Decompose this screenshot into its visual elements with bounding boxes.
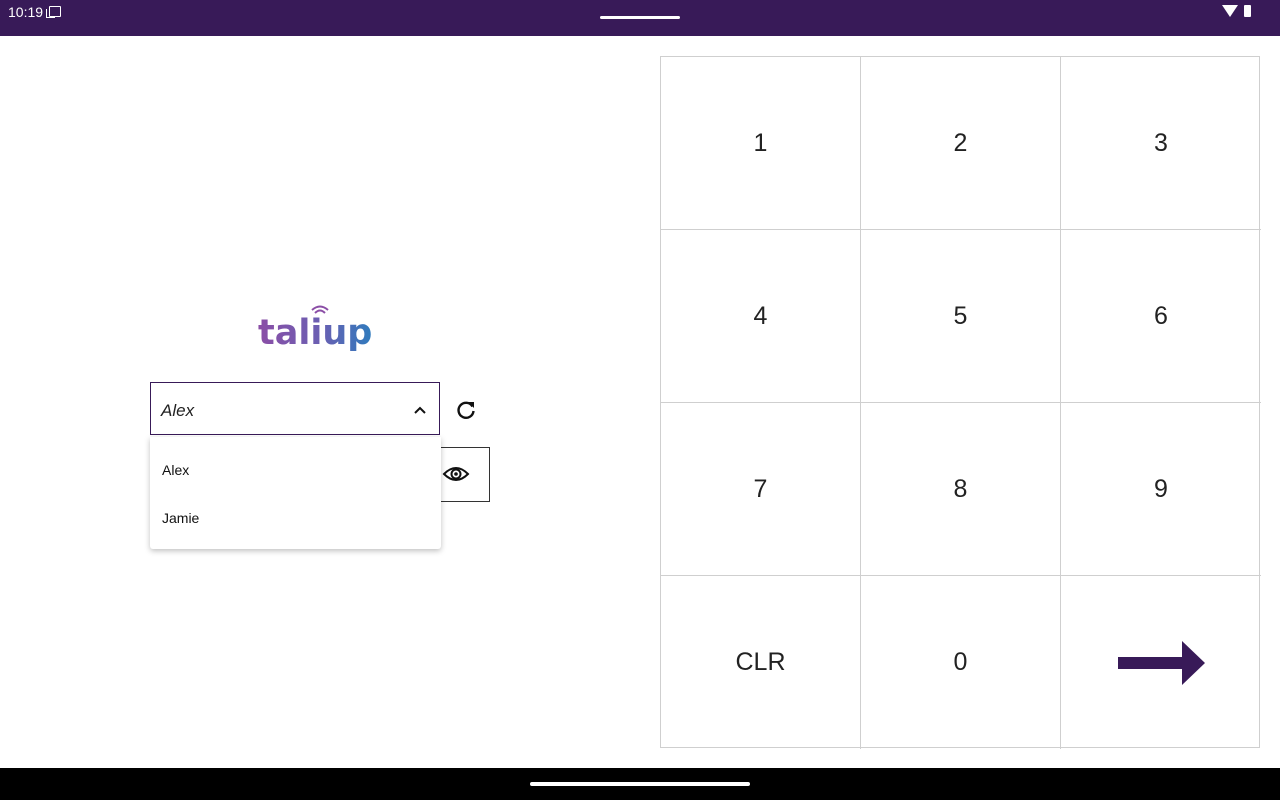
key-0[interactable]: 0	[861, 576, 1061, 749]
taliup-logo: taliup	[258, 302, 384, 354]
pin-keypad: 1 2 3 4 5 6 7 8 9 CLR 0	[660, 56, 1261, 749]
svg-text:taliup: taliup	[258, 313, 372, 353]
key-7[interactable]: 7	[661, 403, 861, 576]
status-bar: 10:19	[0, 0, 1280, 36]
gesture-handle[interactable]	[530, 782, 750, 786]
arrow-right-icon	[1118, 640, 1205, 685]
refresh-icon[interactable]	[454, 398, 478, 422]
user-option[interactable]: Jamie	[162, 510, 199, 526]
key-9[interactable]: 9	[1061, 403, 1261, 576]
status-time: 10:19	[8, 4, 44, 20]
key-2[interactable]: 2	[861, 57, 1061, 230]
battery-icon	[1244, 5, 1251, 17]
user-option[interactable]: Alex	[162, 462, 189, 478]
chevron-up-icon	[414, 406, 426, 414]
submit-button[interactable]	[1061, 576, 1261, 749]
wifi-icon	[1222, 5, 1238, 17]
key-6[interactable]: 6	[1061, 230, 1261, 403]
user-select-value: Alex	[161, 401, 195, 420]
navigation-bar	[0, 768, 1280, 800]
key-clear[interactable]: CLR	[661, 576, 861, 749]
key-3[interactable]: 3	[1061, 57, 1261, 230]
eye-icon[interactable]	[442, 462, 470, 486]
gesture-handle-top	[600, 16, 680, 19]
key-8[interactable]: 8	[861, 403, 1061, 576]
key-1[interactable]: 1	[661, 57, 861, 230]
key-4[interactable]: 4	[661, 230, 861, 403]
app-switch-icon	[46, 6, 61, 18]
key-5[interactable]: 5	[861, 230, 1061, 403]
user-select[interactable]: Alex	[150, 382, 440, 435]
user-dropdown-menu: Alex Jamie	[150, 437, 441, 549]
